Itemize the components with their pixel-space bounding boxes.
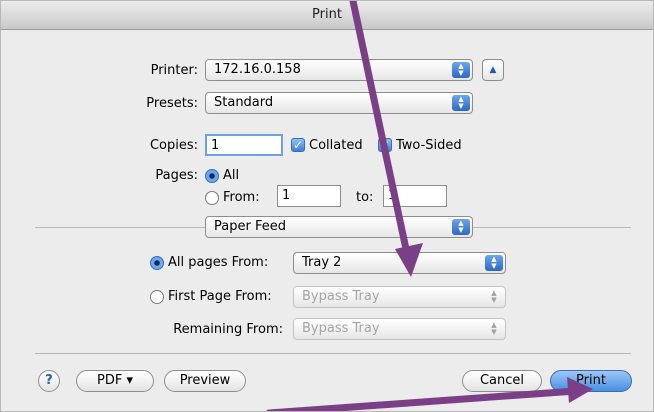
pages-from-label: From: (223, 190, 260, 205)
section-value: Paper Feed (214, 219, 286, 234)
first-page-value: Bypass Tray (302, 289, 380, 304)
copies-field[interactable]: 1 (205, 134, 283, 156)
up-down-arrows-icon: ▲ ▼ (452, 219, 470, 235)
footer-divider (35, 353, 631, 354)
triangle-up-icon: ▲ (489, 65, 497, 75)
all-pages-value: Tray 2 (302, 255, 342, 270)
presets-label: Presets: (146, 96, 198, 111)
help-button[interactable]: ? (38, 370, 60, 392)
printer-value: 172.16.0.158 (214, 62, 301, 77)
collapse-details-button[interactable]: ▲ (482, 59, 504, 81)
window-title: Print (1, 1, 653, 30)
collated-label: Collated (309, 138, 363, 153)
two-sided-checkbox[interactable]: ✓ (378, 138, 392, 152)
pages-all-label: All (223, 168, 240, 183)
cancel-button[interactable]: Cancel (462, 370, 542, 392)
pages-to-field[interactable]: 1 (383, 185, 447, 207)
remaining-label: Remaining From: (173, 322, 283, 337)
up-down-arrows-icon: ▲ ▼ (485, 255, 503, 271)
all-pages-label: All pages From: (168, 255, 269, 270)
presets-popup[interactable]: Standard ▲ ▼ (205, 92, 473, 114)
section-popup[interactable]: Paper Feed ▲ ▼ (205, 216, 473, 238)
pages-all-radio[interactable] (205, 169, 219, 183)
printer-label: Printer: (150, 63, 198, 78)
pages-to-label: to: (356, 190, 374, 205)
pages-from-radio[interactable] (205, 191, 219, 205)
all-pages-popup[interactable]: Tray 2 ▲ ▼ (293, 252, 506, 274)
up-down-arrows-icon: ▲ ▼ (452, 62, 470, 78)
up-down-arrows-icon: ▲ ▼ (491, 289, 497, 304)
all-pages-radio[interactable] (150, 256, 164, 270)
remaining-value: Bypass Tray (302, 321, 380, 336)
checkmark-icon: ✓ (379, 138, 391, 152)
copies-label: Copies: (149, 138, 198, 153)
collated-checkbox[interactable]: ✓ (291, 138, 305, 152)
checkmark-icon: ✓ (292, 138, 304, 152)
up-down-arrows-icon: ▲ ▼ (452, 95, 470, 111)
remaining-popup[interactable]: Bypass Tray ▲ ▼ (293, 318, 506, 340)
printer-popup[interactable]: 172.16.0.158 ▲ ▼ (205, 59, 473, 81)
pages-from-field[interactable]: 1 (277, 185, 341, 207)
two-sided-label: Two-Sided (396, 138, 462, 153)
presets-value: Standard (214, 95, 274, 110)
first-page-popup[interactable]: Bypass Tray ▲ ▼ (293, 286, 506, 308)
up-down-arrows-icon: ▲ ▼ (491, 321, 497, 336)
arrow-to-print-line (266, 387, 580, 411)
pdf-button[interactable]: PDF ▾ (76, 370, 154, 392)
preview-button[interactable]: Preview (164, 370, 246, 392)
print-dialog: Print Printer: 172.16.0.158 ▲ ▼ ▲ Presets… (0, 0, 654, 412)
pages-label: Pages: (155, 168, 198, 183)
first-page-radio[interactable] (150, 290, 164, 304)
print-button[interactable]: Print (550, 370, 632, 392)
first-page-label: First Page From: (168, 289, 272, 304)
